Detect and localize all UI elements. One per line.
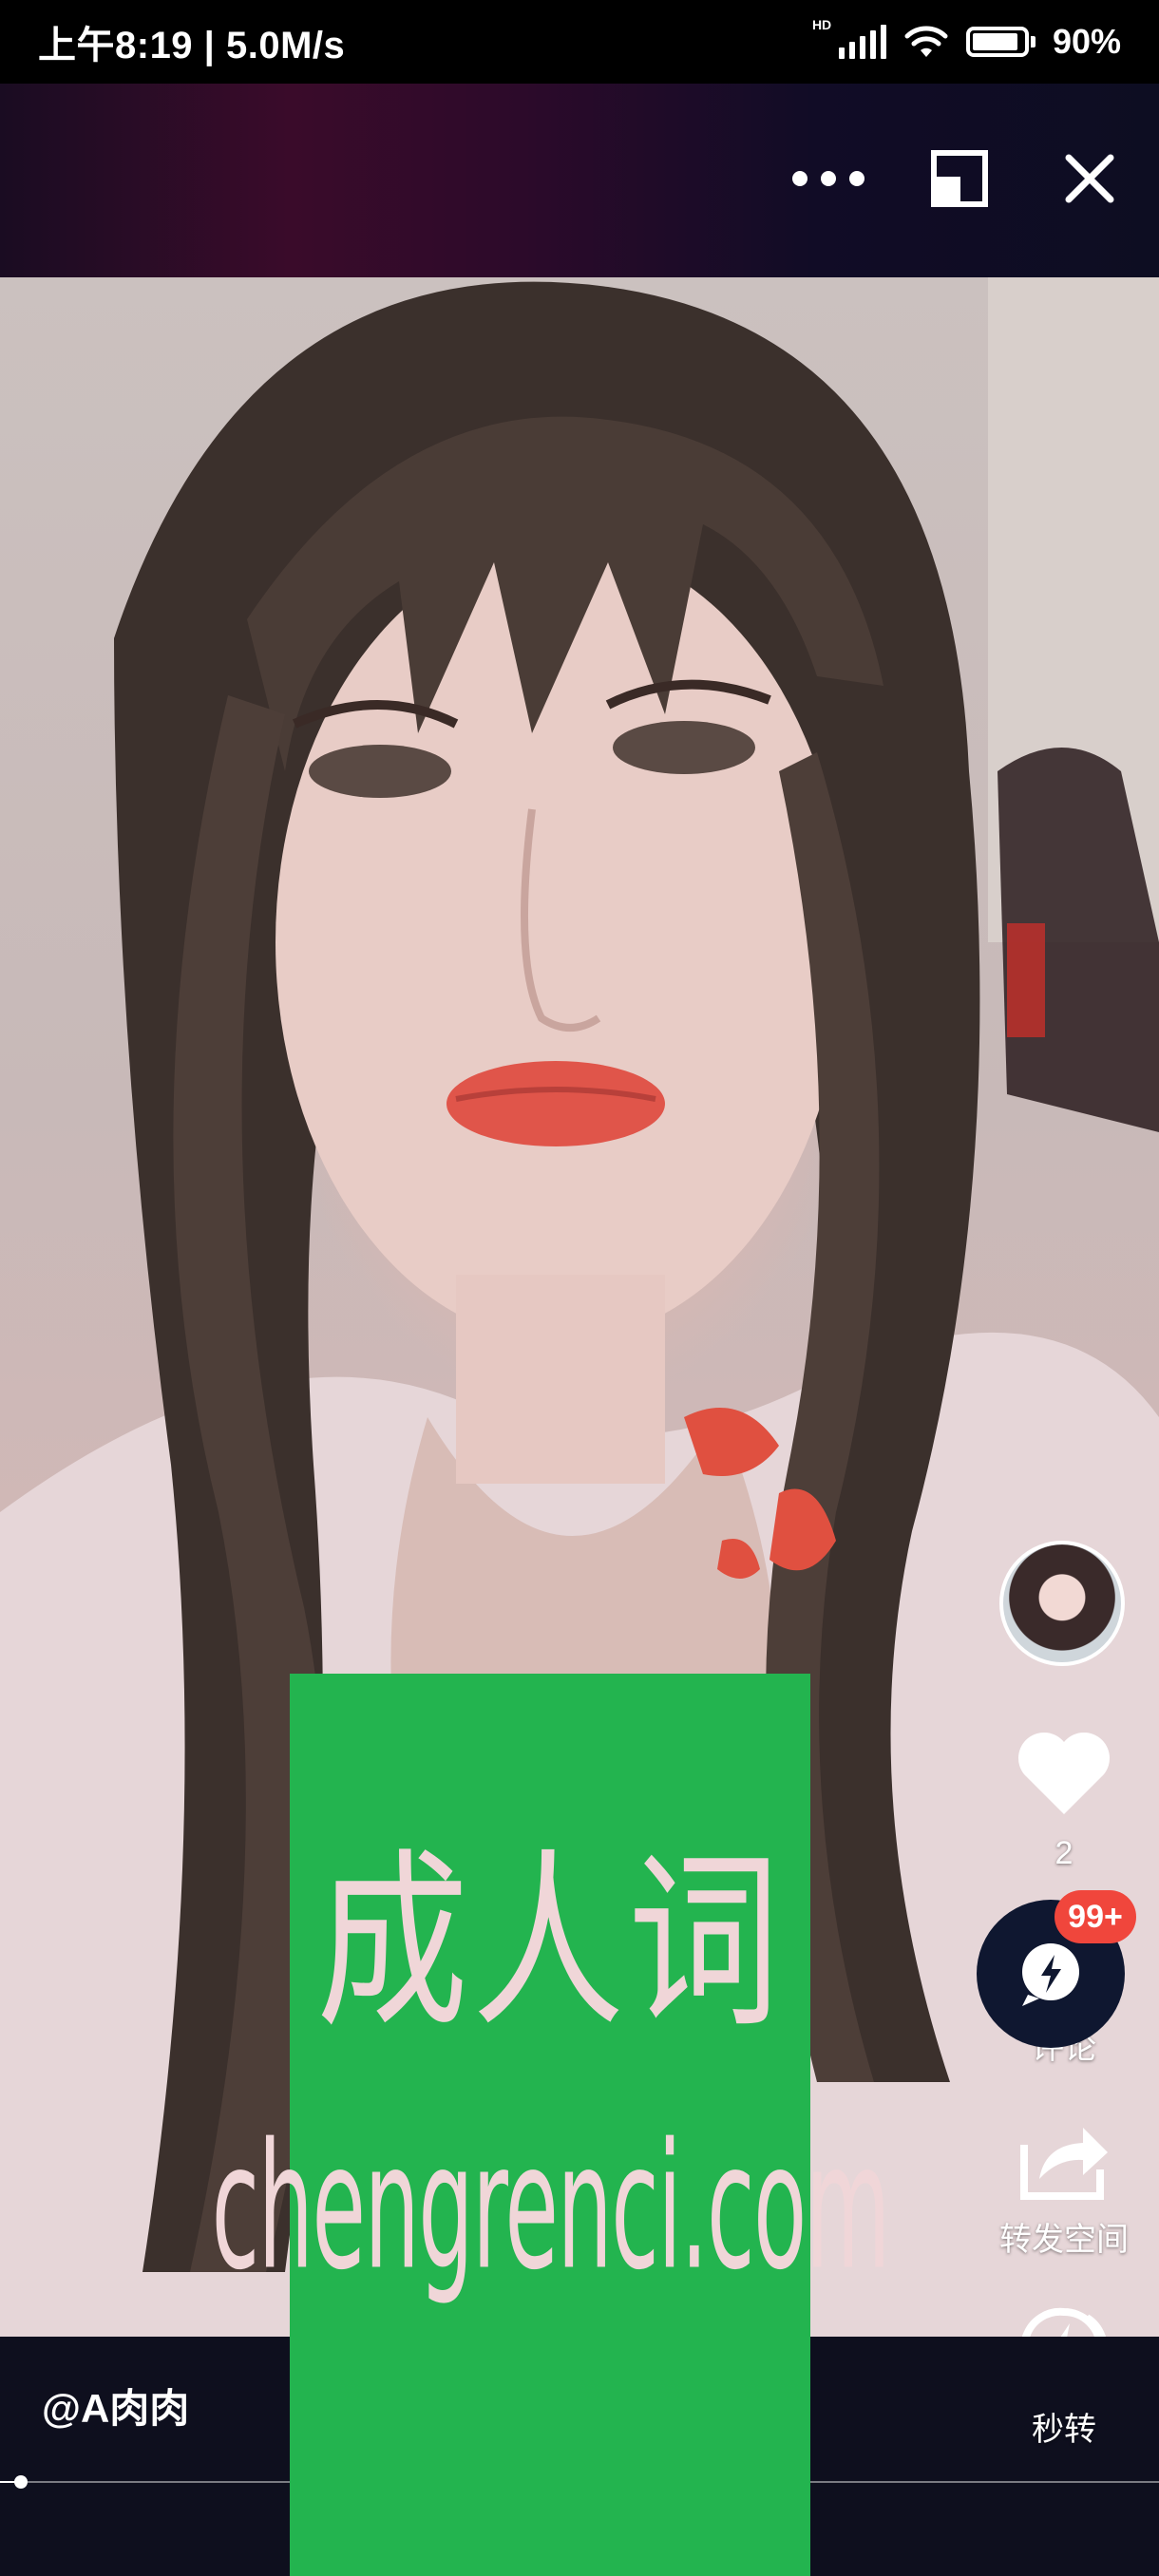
comment-count-badge: 99+ bbox=[1054, 1890, 1136, 1943]
close-icon bbox=[1065, 154, 1114, 203]
signal-icon: HD bbox=[812, 17, 886, 59]
heart-icon bbox=[1017, 1732, 1111, 1814]
battery-percent: 90% bbox=[1052, 22, 1121, 61]
author-name[interactable]: @A肉肉 bbox=[42, 2377, 189, 2434]
watermark-overlay: 成人词 chengrenci.com bbox=[211, 1674, 890, 2576]
share-space-label: 转发空间 bbox=[999, 2222, 1129, 2258]
like-button[interactable] bbox=[1015, 1729, 1113, 1820]
more-button[interactable] bbox=[781, 131, 876, 226]
wifi-icon bbox=[904, 26, 948, 57]
battery-icon bbox=[965, 27, 1036, 57]
status-icons: HD 90% bbox=[812, 17, 1121, 62]
share-space-button[interactable] bbox=[1016, 2116, 1112, 2202]
like-count: 2 bbox=[1054, 1835, 1074, 1871]
status-time-speed: 上午8:19 | 5.0M/s bbox=[38, 25, 346, 66]
close-button[interactable] bbox=[1042, 131, 1137, 226]
minimize-window-icon bbox=[931, 150, 988, 207]
watermark-line2: chengrenci.com bbox=[211, 2105, 890, 2308]
watermark-line1: 成人词 bbox=[315, 1831, 784, 2054]
hd-badge: HD bbox=[811, 17, 832, 32]
status-bar: 上午8:19 | 5.0M/s HD 90% bbox=[0, 0, 1159, 84]
progress-knob[interactable] bbox=[13, 2475, 28, 2489]
share-icon bbox=[1020, 2128, 1108, 2200]
minimize-window-button[interactable] bbox=[912, 131, 1007, 226]
quick-share-label: 秒转 bbox=[1032, 2412, 1096, 2448]
author-avatar[interactable] bbox=[999, 1541, 1125, 1666]
player-header bbox=[0, 84, 1159, 277]
lightning-comment-icon bbox=[1022, 1943, 1079, 2006]
more-icon bbox=[792, 171, 864, 186]
